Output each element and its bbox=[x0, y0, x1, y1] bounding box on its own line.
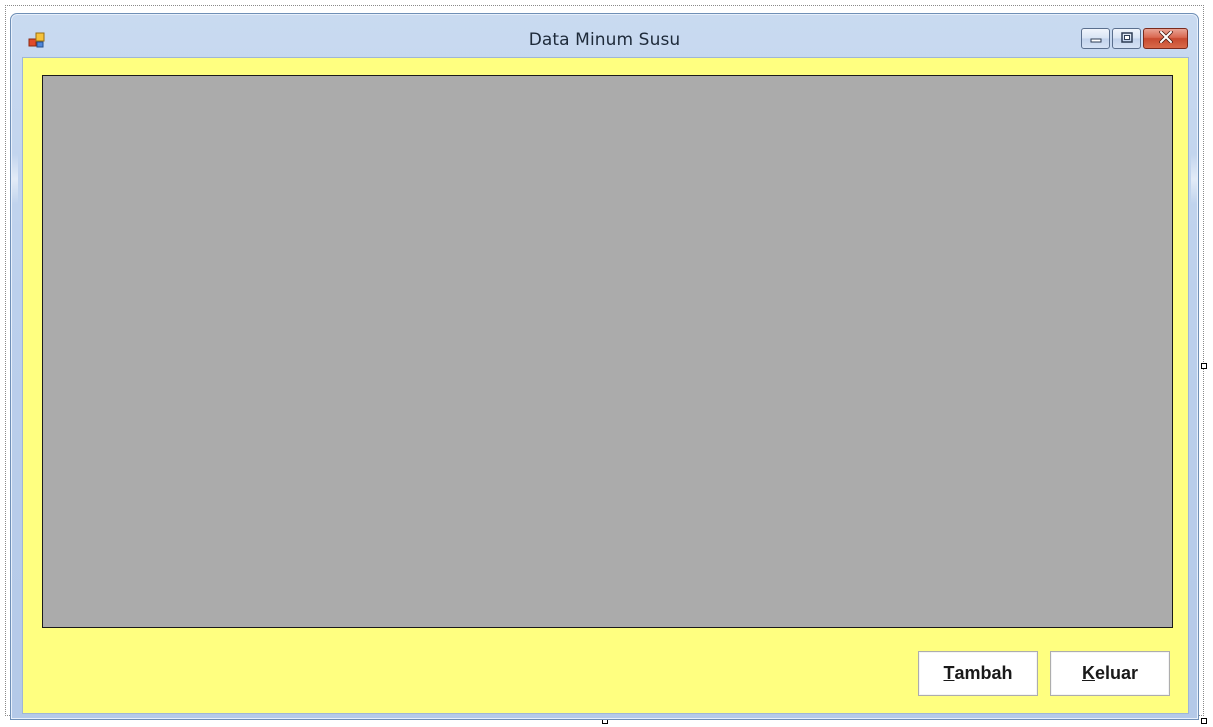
maximize-button[interactable] bbox=[1112, 28, 1141, 49]
resize-handle-corner[interactable] bbox=[1201, 718, 1207, 724]
frame-highlight-right bbox=[1191, 154, 1197, 204]
data-grid-view[interactable] bbox=[42, 75, 1173, 628]
resize-handle-right[interactable] bbox=[1201, 363, 1207, 369]
keluar-button[interactable]: Keluar bbox=[1050, 651, 1170, 696]
tambah-label: ambah bbox=[954, 663, 1013, 683]
minimize-button[interactable] bbox=[1081, 28, 1110, 49]
frame-highlight-left bbox=[12, 154, 18, 204]
close-button[interactable] bbox=[1143, 28, 1188, 49]
tambah-mnemonic: T bbox=[943, 663, 955, 683]
title-bar[interactable]: Data Minum Susu bbox=[11, 14, 1198, 58]
keluar-label: eluar bbox=[1094, 663, 1139, 683]
tambah-button[interactable]: Tambah bbox=[918, 651, 1038, 696]
window-title: Data Minum Susu bbox=[528, 30, 681, 50]
keluar-mnemonic: K bbox=[1081, 663, 1095, 683]
close-icon bbox=[1158, 29, 1173, 48]
form-window: Data Minum Susu T ambah K eluar bbox=[10, 13, 1199, 720]
minimize-icon bbox=[1090, 30, 1102, 48]
caption-buttons bbox=[1081, 28, 1188, 50]
form-client-area: Tambah Keluar bbox=[23, 58, 1188, 713]
maximize-icon bbox=[1120, 30, 1133, 48]
